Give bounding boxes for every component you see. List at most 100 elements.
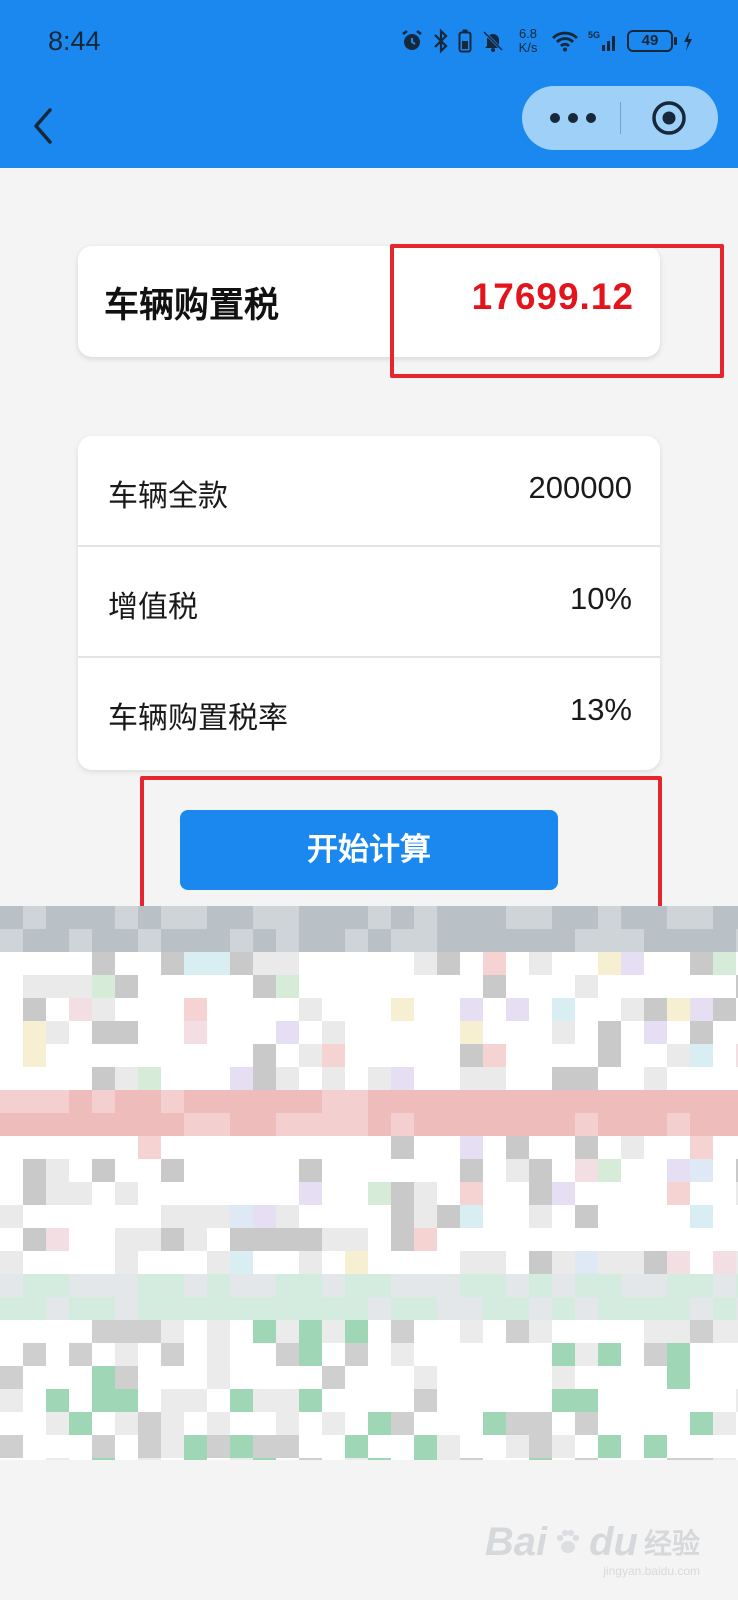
mosaic-cell <box>115 1228 138 1251</box>
mosaic-cell <box>276 952 299 975</box>
mosaic-cell <box>322 975 345 998</box>
mosaic-cell <box>322 1320 345 1343</box>
mosaic-cell <box>552 952 575 975</box>
mosaic-cell <box>92 1205 115 1228</box>
close-button[interactable] <box>621 86 718 150</box>
mosaic-cell <box>0 1159 23 1182</box>
mosaic-cell <box>23 906 46 929</box>
mosaic-cell <box>506 1182 529 1205</box>
mosaic-cell <box>368 1251 391 1274</box>
mosaic-cell <box>483 1320 506 1343</box>
mosaic-cell <box>207 975 230 998</box>
mosaic-cell <box>345 1320 368 1343</box>
mosaic-cell <box>253 1136 276 1159</box>
mosaic-cell <box>23 1435 46 1458</box>
mosaic-cell <box>483 998 506 1021</box>
mosaic-cell <box>23 1182 46 1205</box>
mosaic-cell <box>253 1412 276 1435</box>
mosaic-cell <box>299 1297 322 1320</box>
mosaic-cell <box>207 1297 230 1320</box>
mosaic-cell <box>598 1435 621 1458</box>
mosaic-cell <box>690 1090 713 1113</box>
mosaic-cell <box>667 1320 690 1343</box>
mosaic-cell <box>437 1228 460 1251</box>
mosaic-cell <box>667 1136 690 1159</box>
baidu-watermark: Bai du 经验 jingyan.baidu.com <box>484 1519 700 1579</box>
mosaic-cell <box>253 1366 276 1389</box>
back-button[interactable] <box>26 92 70 152</box>
mosaic-cell <box>115 906 138 929</box>
mosaic-cell <box>414 975 437 998</box>
mosaic-cell <box>161 1366 184 1389</box>
mosaic-cell <box>69 1228 92 1251</box>
mosaic-cell <box>713 1343 736 1366</box>
purchase-tax-rate-input[interactable]: 13% <box>570 692 632 728</box>
mosaic-cell <box>69 1159 92 1182</box>
mosaic-cell <box>299 1067 322 1090</box>
mosaic-cell <box>713 906 736 929</box>
mosaic-cell <box>621 1044 644 1067</box>
mosaic-cell <box>506 1067 529 1090</box>
mosaic-cell <box>713 1228 736 1251</box>
mosaic-cell <box>713 1320 736 1343</box>
mosaic-cell <box>138 1251 161 1274</box>
mosaic-cell <box>23 1113 46 1136</box>
mosaic-cell <box>115 1320 138 1343</box>
mosaic-cell <box>69 998 92 1021</box>
mosaic-cell <box>207 952 230 975</box>
mosaic-cell <box>23 1021 46 1044</box>
mosaic-cell <box>46 1343 69 1366</box>
total-price-input[interactable]: 200000 <box>529 470 632 506</box>
mosaic-cell <box>483 1067 506 1090</box>
more-button[interactable] <box>522 86 620 150</box>
mosaic-cell <box>345 929 368 952</box>
mosaic-cell <box>23 975 46 998</box>
mosaic-cell <box>207 1067 230 1090</box>
mosaic-cell <box>414 1228 437 1251</box>
mosaic-cell <box>322 952 345 975</box>
mosaic-cell <box>69 1067 92 1090</box>
mosaic-cell <box>460 1366 483 1389</box>
mosaic-cell <box>391 1274 414 1297</box>
mosaic-cell <box>644 1389 667 1412</box>
mosaic-cell <box>299 1044 322 1067</box>
mosaic-cell <box>322 998 345 1021</box>
mosaic-cell <box>690 1113 713 1136</box>
mosaic-cell <box>161 1021 184 1044</box>
vat-input[interactable]: 10% <box>570 581 632 617</box>
mosaic-cell <box>391 906 414 929</box>
mosaic-cell <box>690 1136 713 1159</box>
mosaic-cell <box>92 1182 115 1205</box>
mosaic-cell <box>575 1021 598 1044</box>
mosaic-cell <box>460 906 483 929</box>
mosaic-cell <box>460 1205 483 1228</box>
mosaic-cell <box>621 1366 644 1389</box>
mosaic-cell <box>345 1251 368 1274</box>
mosaic-cell <box>598 1228 621 1251</box>
mosaic-cell <box>184 1159 207 1182</box>
mosaic-cell <box>552 1435 575 1458</box>
mosaic-cell <box>0 1228 23 1251</box>
mosaic-cell <box>690 1228 713 1251</box>
mosaic-cell <box>552 1228 575 1251</box>
mosaic-cell <box>506 906 529 929</box>
mosaic-cell <box>276 1113 299 1136</box>
mosaic-cell <box>667 998 690 1021</box>
mosaic-cell <box>46 1251 69 1274</box>
mosaic-cell <box>529 929 552 952</box>
mosaic-cell <box>690 998 713 1021</box>
mosaic-cell <box>368 1297 391 1320</box>
mosaic-cell <box>207 1320 230 1343</box>
mosaic-cell <box>368 1113 391 1136</box>
mosaic-cell <box>23 1343 46 1366</box>
mosaic-cell <box>713 1412 736 1435</box>
mosaic-cell <box>575 1320 598 1343</box>
battery-icon: 49 <box>627 30 677 52</box>
mosaic-cell <box>437 1412 460 1435</box>
more-dots-icon <box>550 113 596 123</box>
mosaic-cell <box>253 1205 276 1228</box>
mosaic-cell <box>69 1044 92 1067</box>
mosaic-cell <box>138 1297 161 1320</box>
mosaic-cell <box>414 1182 437 1205</box>
mosaic-cell <box>598 1182 621 1205</box>
